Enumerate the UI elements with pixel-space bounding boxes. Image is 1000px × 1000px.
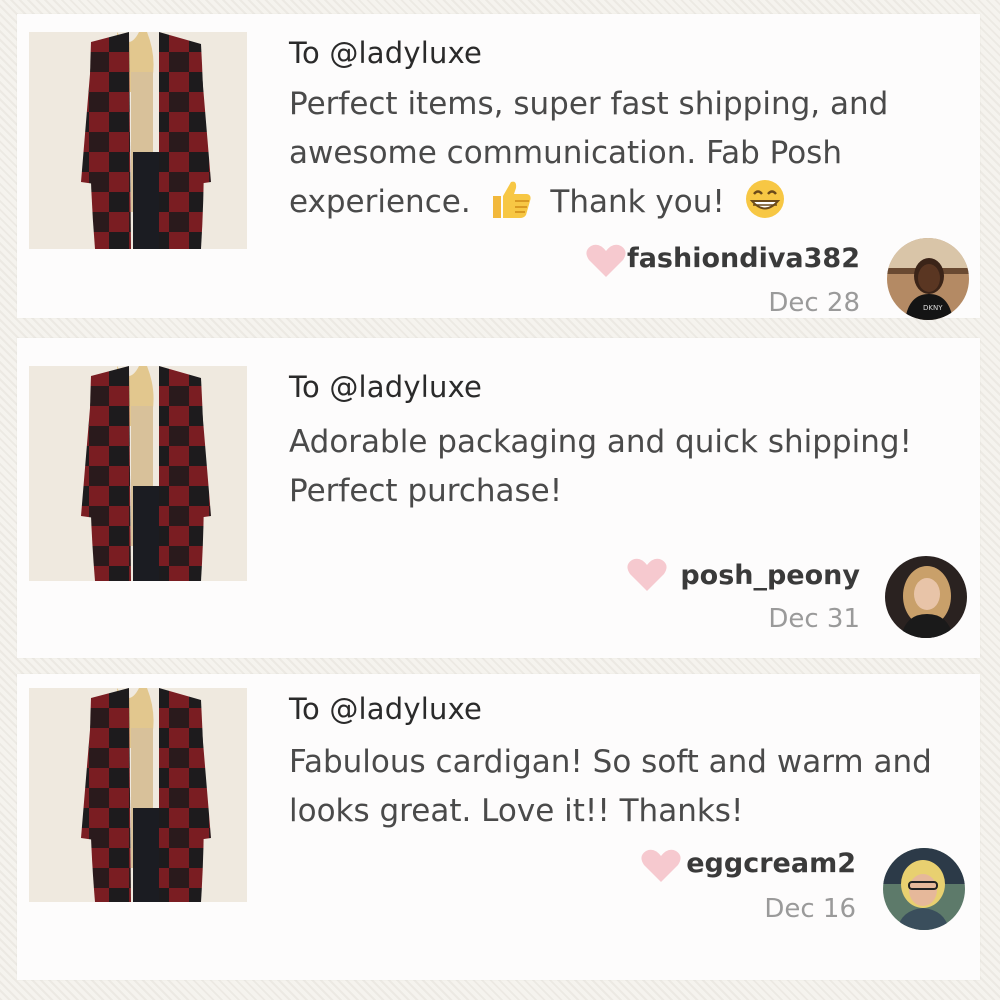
heart-icon[interactable]: [640, 848, 682, 884]
reviewer-username[interactable]: fashiondiva382: [627, 243, 860, 274]
review-text-end: Thank you!: [550, 184, 725, 220]
recipient-handle[interactable]: To @ladyluxe: [289, 36, 482, 70]
listing-thumbnail[interactable]: [29, 688, 247, 902]
review-message: Perfect items, super fast shipping, and …: [289, 80, 969, 227]
heart-icon[interactable]: [585, 243, 627, 279]
recipient-handle[interactable]: To @ladyluxe: [289, 692, 482, 726]
svg-text:DKNY: DKNY: [923, 304, 943, 312]
reviewer-avatar[interactable]: [883, 848, 965, 930]
plaid-cardigan-image: [29, 366, 247, 581]
review-date: Dec 16: [764, 894, 856, 924]
heart-icon[interactable]: [626, 557, 668, 593]
thumbs-up-icon: [487, 178, 535, 220]
reviewer-avatar[interactable]: [885, 556, 967, 638]
review-date: Dec 28: [768, 288, 860, 318]
review-date: Dec 31: [768, 604, 860, 634]
review-card: To @ladyluxe Perfect items, super fast s…: [17, 14, 980, 320]
grinning-face-icon: [741, 178, 789, 220]
review-message: Adorable packaging and quick shipping! P…: [289, 424, 912, 509]
review-card: To @ladyluxe Fabulous cardigan! So soft …: [17, 674, 980, 980]
review-card: To @ladyluxe Adorable packaging and quic…: [17, 338, 980, 658]
listing-thumbnail[interactable]: [29, 32, 247, 249]
recipient-handle[interactable]: To @ladyluxe: [289, 370, 482, 404]
plaid-cardigan-image: [29, 32, 247, 249]
reviewer-avatar[interactable]: DKNY: [887, 238, 969, 320]
listing-thumbnail[interactable]: [29, 366, 247, 581]
review-message: Fabulous cardigan! So soft and warm and …: [289, 744, 932, 829]
reviewer-username[interactable]: eggcream2: [686, 848, 856, 879]
reviewer-username[interactable]: posh_peony: [680, 560, 860, 591]
plaid-cardigan-image: [29, 688, 247, 902]
love-notes-feed: To @ladyluxe Perfect items, super fast s…: [0, 0, 1000, 1000]
